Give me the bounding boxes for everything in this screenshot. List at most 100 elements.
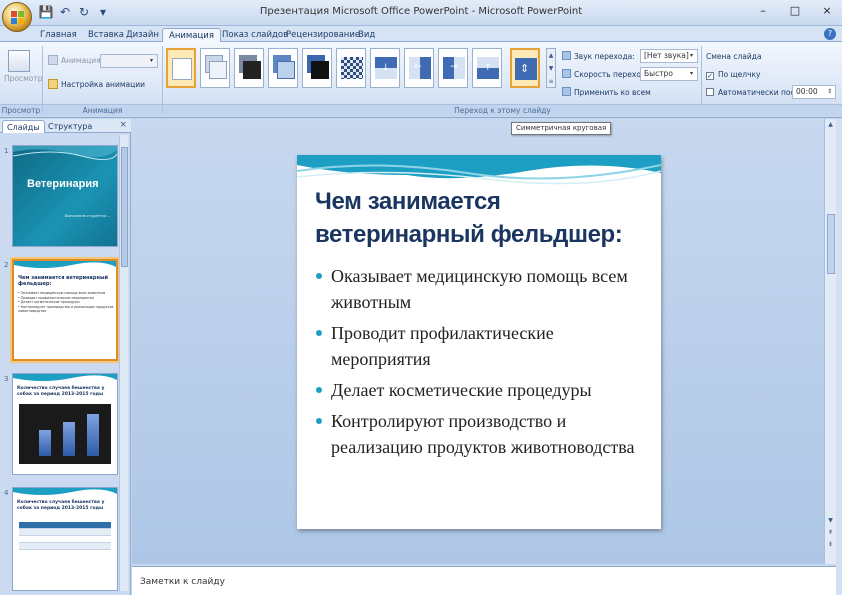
chevron-down-icon: ▾ xyxy=(689,70,693,77)
tab-view[interactable]: Вид xyxy=(352,28,381,42)
slide-bullets[interactable]: Оказывает медицинскую помощь всем животн… xyxy=(315,263,655,465)
transition-fade-black[interactable] xyxy=(234,48,264,88)
slide-number: 3 xyxy=(4,375,9,383)
sound-label: Звук перехода: xyxy=(562,50,635,63)
slide-title[interactable]: Чем занимается ветеринарный фельдшер: xyxy=(315,185,655,251)
tab-design[interactable]: Дизайн xyxy=(120,28,165,42)
table-row xyxy=(19,536,111,543)
slides-panel: Слайды Структура × 1 Ветеринария Выполни… xyxy=(0,119,131,595)
next-slide-icon[interactable]: ⇟ xyxy=(825,541,836,548)
transition-wipe-left[interactable]: ← xyxy=(404,48,434,88)
thumb-chart-bar xyxy=(63,422,75,456)
slide-thumbnail-2[interactable]: Чем занимается ветеринарный фельдшер: • … xyxy=(12,259,118,361)
transition-symmetric-circle[interactable]: ⇕ xyxy=(510,48,540,88)
on-click-checkbox[interactable]: ✓ По щелчку xyxy=(706,68,760,81)
table-row xyxy=(19,529,111,536)
scroll-thumb[interactable] xyxy=(121,147,128,267)
animate-select[interactable]: ▾ xyxy=(100,54,158,68)
animate-icon xyxy=(48,55,58,65)
table-row xyxy=(19,543,111,550)
slides-panel-scrollbar[interactable] xyxy=(119,135,128,591)
previous-slide-icon[interactable]: ⇞ xyxy=(825,529,836,536)
sound-icon xyxy=(562,51,571,60)
wave-decoration xyxy=(13,146,117,160)
bullet-item: Оказывает медицинскую помощь всем животн… xyxy=(315,263,655,315)
tab-outline[interactable]: Структура xyxy=(44,120,96,133)
notes-placeholder: Заметки к слайду xyxy=(140,577,225,587)
slides-panel-tabs: Слайды Структура × xyxy=(0,119,131,133)
slide-number: 1 xyxy=(4,147,9,155)
tab-slides[interactable]: Слайды xyxy=(2,120,45,133)
close-icon[interactable]: × xyxy=(119,120,127,130)
maximize-button[interactable]: □ xyxy=(786,3,804,19)
office-button[interactable] xyxy=(2,2,32,32)
transition-fade-smooth[interactable] xyxy=(200,48,230,88)
window-edge xyxy=(836,119,842,595)
preview-label: Просмотр xyxy=(4,74,43,83)
window-title: Презентация Microsoft Office PowerPoint … xyxy=(259,6,583,17)
apply-all-button[interactable]: Применить ко всем xyxy=(562,86,651,99)
bullet-item: Проводит профилактические мероприятия xyxy=(315,320,655,372)
current-slide[interactable]: Чем занимается ветеринарный фельдшер: Ок… xyxy=(297,155,661,529)
group-label-preview: Просмотр xyxy=(0,104,42,116)
thumb-chart-bar xyxy=(87,414,99,456)
tooltip: Симметричная круговая xyxy=(511,122,612,135)
chevron-down-icon: ▾ xyxy=(689,52,693,59)
slide-thumbnail-3[interactable]: Количество случаев бешенства у собак за … xyxy=(12,373,118,475)
thumb-title: Чем занимается ветеринарный фельдшер: xyxy=(18,275,108,287)
thumb-table xyxy=(19,522,111,550)
scroll-up-icon[interactable]: ▲ xyxy=(825,121,836,128)
gallery-scroll[interactable]: ▲ ▼ ≡ xyxy=(546,48,556,88)
thumb-title: Количество случаев бешенства у собак за … xyxy=(17,500,105,511)
scroll-down-icon[interactable]: ▼ xyxy=(825,517,836,524)
table-row xyxy=(19,522,111,529)
bullet-icon xyxy=(316,330,322,336)
custom-animation-button[interactable]: Настройка анимации xyxy=(48,78,145,92)
slide-thumbnail-4[interactable]: Количество случаев бешенства у собак за … xyxy=(12,487,118,591)
close-button[interactable]: × xyxy=(818,3,836,19)
transition-dissolve[interactable] xyxy=(336,48,366,88)
transition-none[interactable] xyxy=(166,48,196,88)
bullet-item: Делает косметические процедуры xyxy=(315,377,655,403)
slide-thumbnail-1[interactable]: Ветеринария Выполнила студентка ... xyxy=(12,145,118,247)
ribbon-tabs: Главная Вставка Дизайн Анимация Показ сл… xyxy=(0,26,842,42)
notes-pane[interactable]: Заметки к слайду xyxy=(132,566,836,595)
transition-wipe-down[interactable]: ↓ xyxy=(370,48,400,88)
transition-cut[interactable] xyxy=(268,48,298,88)
advance-slide-heading: Смена слайда xyxy=(706,52,762,61)
preview-icon xyxy=(8,50,30,72)
speed-icon xyxy=(562,69,571,78)
apply-all-icon xyxy=(562,87,571,96)
transition-cut-black[interactable] xyxy=(302,48,332,88)
transition-wipe-right[interactable]: → xyxy=(438,48,468,88)
auto-after-time-input[interactable]: 00:00 ⇕ xyxy=(792,85,836,99)
group-label-transition: Переход к этому слайду xyxy=(163,104,842,116)
custom-animation-icon xyxy=(48,79,58,89)
speed-select[interactable]: Быстро ▾ xyxy=(640,67,698,81)
tab-home[interactable]: Главная xyxy=(34,28,83,42)
thumb-body: • Оказывает медицинскую помощь всем живо… xyxy=(18,291,114,313)
minimize-button[interactable]: – xyxy=(754,3,772,19)
transition-wipe-up[interactable]: ↑ xyxy=(472,48,502,88)
preview-button[interactable]: Просмотр xyxy=(4,46,43,96)
chevron-down-icon: ▾ xyxy=(149,57,153,64)
help-icon[interactable]: ? xyxy=(824,28,836,40)
thumb-chart xyxy=(19,404,111,464)
tab-animations[interactable]: Анимация xyxy=(162,28,221,42)
sound-select[interactable]: [Нет звука] ▾ xyxy=(640,49,698,63)
bullet-icon xyxy=(316,387,322,393)
thumb-title: Количество случаев бешенства у собак за … xyxy=(17,386,105,397)
animate-label: Анимация: xyxy=(48,54,103,68)
window-controls: – □ × xyxy=(754,3,836,19)
editor-vertical-scrollbar[interactable]: ▲ ▼ ⇞ ⇟ xyxy=(824,119,836,564)
ribbon: Просмотр Просмотр Анимация: ▾ Настройка … xyxy=(0,42,842,118)
scroll-thumb[interactable] xyxy=(827,214,835,274)
group-label-animation: Анимация xyxy=(43,104,162,116)
bullet-icon xyxy=(316,418,322,424)
slide-number: 4 xyxy=(4,489,9,497)
office-logo-icon xyxy=(11,11,24,24)
bullet-item: Контролируют производство и реализацию п… xyxy=(315,408,655,460)
bullet-icon xyxy=(316,273,322,279)
thumb-chart-bar xyxy=(39,430,51,456)
thumb-subtitle: Выполнила студентка ... xyxy=(65,214,111,218)
